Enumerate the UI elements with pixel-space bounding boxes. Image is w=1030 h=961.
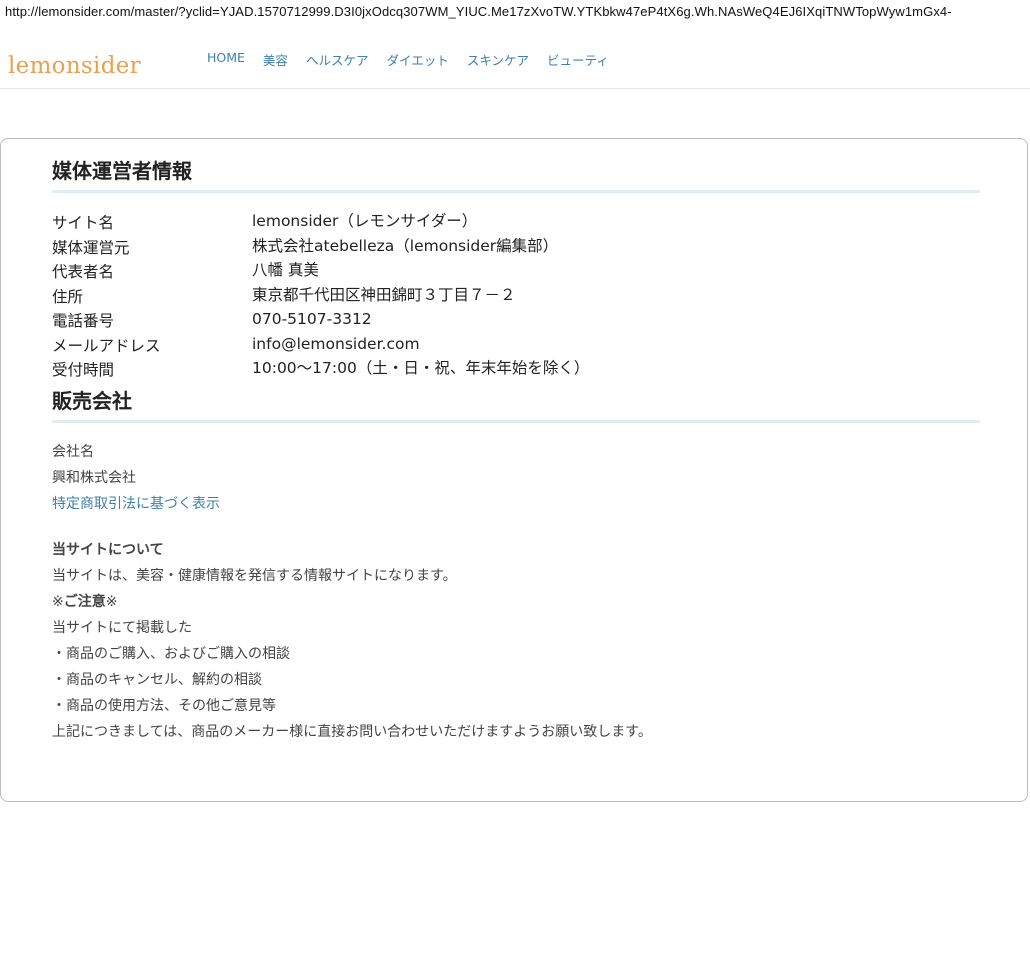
info-value: 八幡 真美 [252,261,319,279]
info-row-operator: 媒体運営元 株式会社atebelleza（lemonsider編集部） [52,235,980,260]
info-value: lemonsider（レモンサイダー） [252,212,478,230]
main-nav: HOME 美容 ヘルスケア ダイエット スキンケア ビューティ [207,50,627,69]
info-label: 媒体運営元 [52,238,130,257]
caution-suffix: ※ [105,594,118,610]
nav-item-healthcare[interactable]: ヘルスケア [306,50,369,69]
info-row-email: メールアドレス info@lemonsider.com [52,333,980,358]
company-label: 会社名 [52,444,94,460]
info-row-site-name: サイト名 lemonsider（レモンサイダー） [52,210,980,235]
commercial-law-link[interactable]: 特定商取引法に基づく表示 [52,491,980,517]
operator-info-table: サイト名 lemonsider（レモンサイダー） 媒体運営元 株式会社atebe… [52,210,980,382]
nav-item-skincare[interactable]: スキンケア [467,50,529,69]
info-label: メールアドレス [52,336,161,355]
about-heading: 当サイトについて [52,542,164,558]
info-value: 株式会社atebelleza（lemonsider編集部） [252,236,559,255]
posted-text: 当サイトにて掲載した [52,620,192,636]
info-value: info@lemonsider.com [252,334,420,353]
list-item: ・商品のご購入、およびご購入の相談 [52,646,290,662]
info-label: サイト名 [52,214,115,232]
site-header: lemonsider HOME 美容 ヘルスケア ダイエット スキンケア ビュー… [0,44,1030,89]
operator-section-title: 媒体運営者情報 [52,155,980,193]
about-intro: 当サイトは、美容・健康情報を発信する情報サイトになります。 [52,568,457,584]
info-row-hours: 受付時間 10:00～17:00（土・日・祝、年末年始を除く） [52,357,980,382]
info-label: 住所 [52,287,84,306]
info-label: 受付時間 [52,361,115,379]
nav-item-home[interactable]: HOME [207,50,245,69]
address-bar[interactable]: http://lemonsider.com/master/?yclid=YJAD… [5,3,1023,21]
operator-info-card: 媒体運営者情報 サイト名 lemonsider（レモンサイダー） 媒体運営元 株… [0,138,1028,802]
info-value: 070-5107-3312 [252,310,372,328]
caution-line: ※ご注意※ [52,589,980,615]
seller-section-title: 販売会社 [52,385,980,423]
info-value: 東京都千代田区神田錦町３丁目７－２ [252,285,516,304]
info-row-representative: 代表者名 八幡 真美 [52,259,980,284]
info-label: 電話番号 [52,312,115,330]
nav-item-diet[interactable]: ダイエット [386,50,448,69]
company-name: 興和株式会社 [52,470,136,486]
caution-label: ご注意 [63,594,106,610]
closing-text: 上記につきましては、商品のメーカー様に直接お問い合わせいただけますようお願い致し… [52,724,652,740]
caution-prefix: ※ [52,594,64,610]
page-body-text: 会社名 興和株式会社 特定商取引法に基づく表示 当サイトについて 当サイトは、美… [52,439,980,745]
info-row-phone: 電話番号 070-5107-3312 [52,308,980,333]
nav-item-beauty-2[interactable]: ビューティ [547,50,609,69]
info-value: 10:00～17:00（土・日・祝、年末年始を除く） [252,359,590,377]
list-item: ・商品の使用方法、その他ご意見等 [52,698,276,714]
info-row-address: 住所 東京都千代田区神田錦町３丁目７－２ [52,284,980,309]
list-item: ・商品のキャンセル、解約の相談 [52,672,262,688]
nav-item-beauty[interactable]: 美容 [263,50,288,69]
site-logo[interactable]: lemonsider [8,53,141,79]
info-label: 代表者名 [52,263,115,281]
